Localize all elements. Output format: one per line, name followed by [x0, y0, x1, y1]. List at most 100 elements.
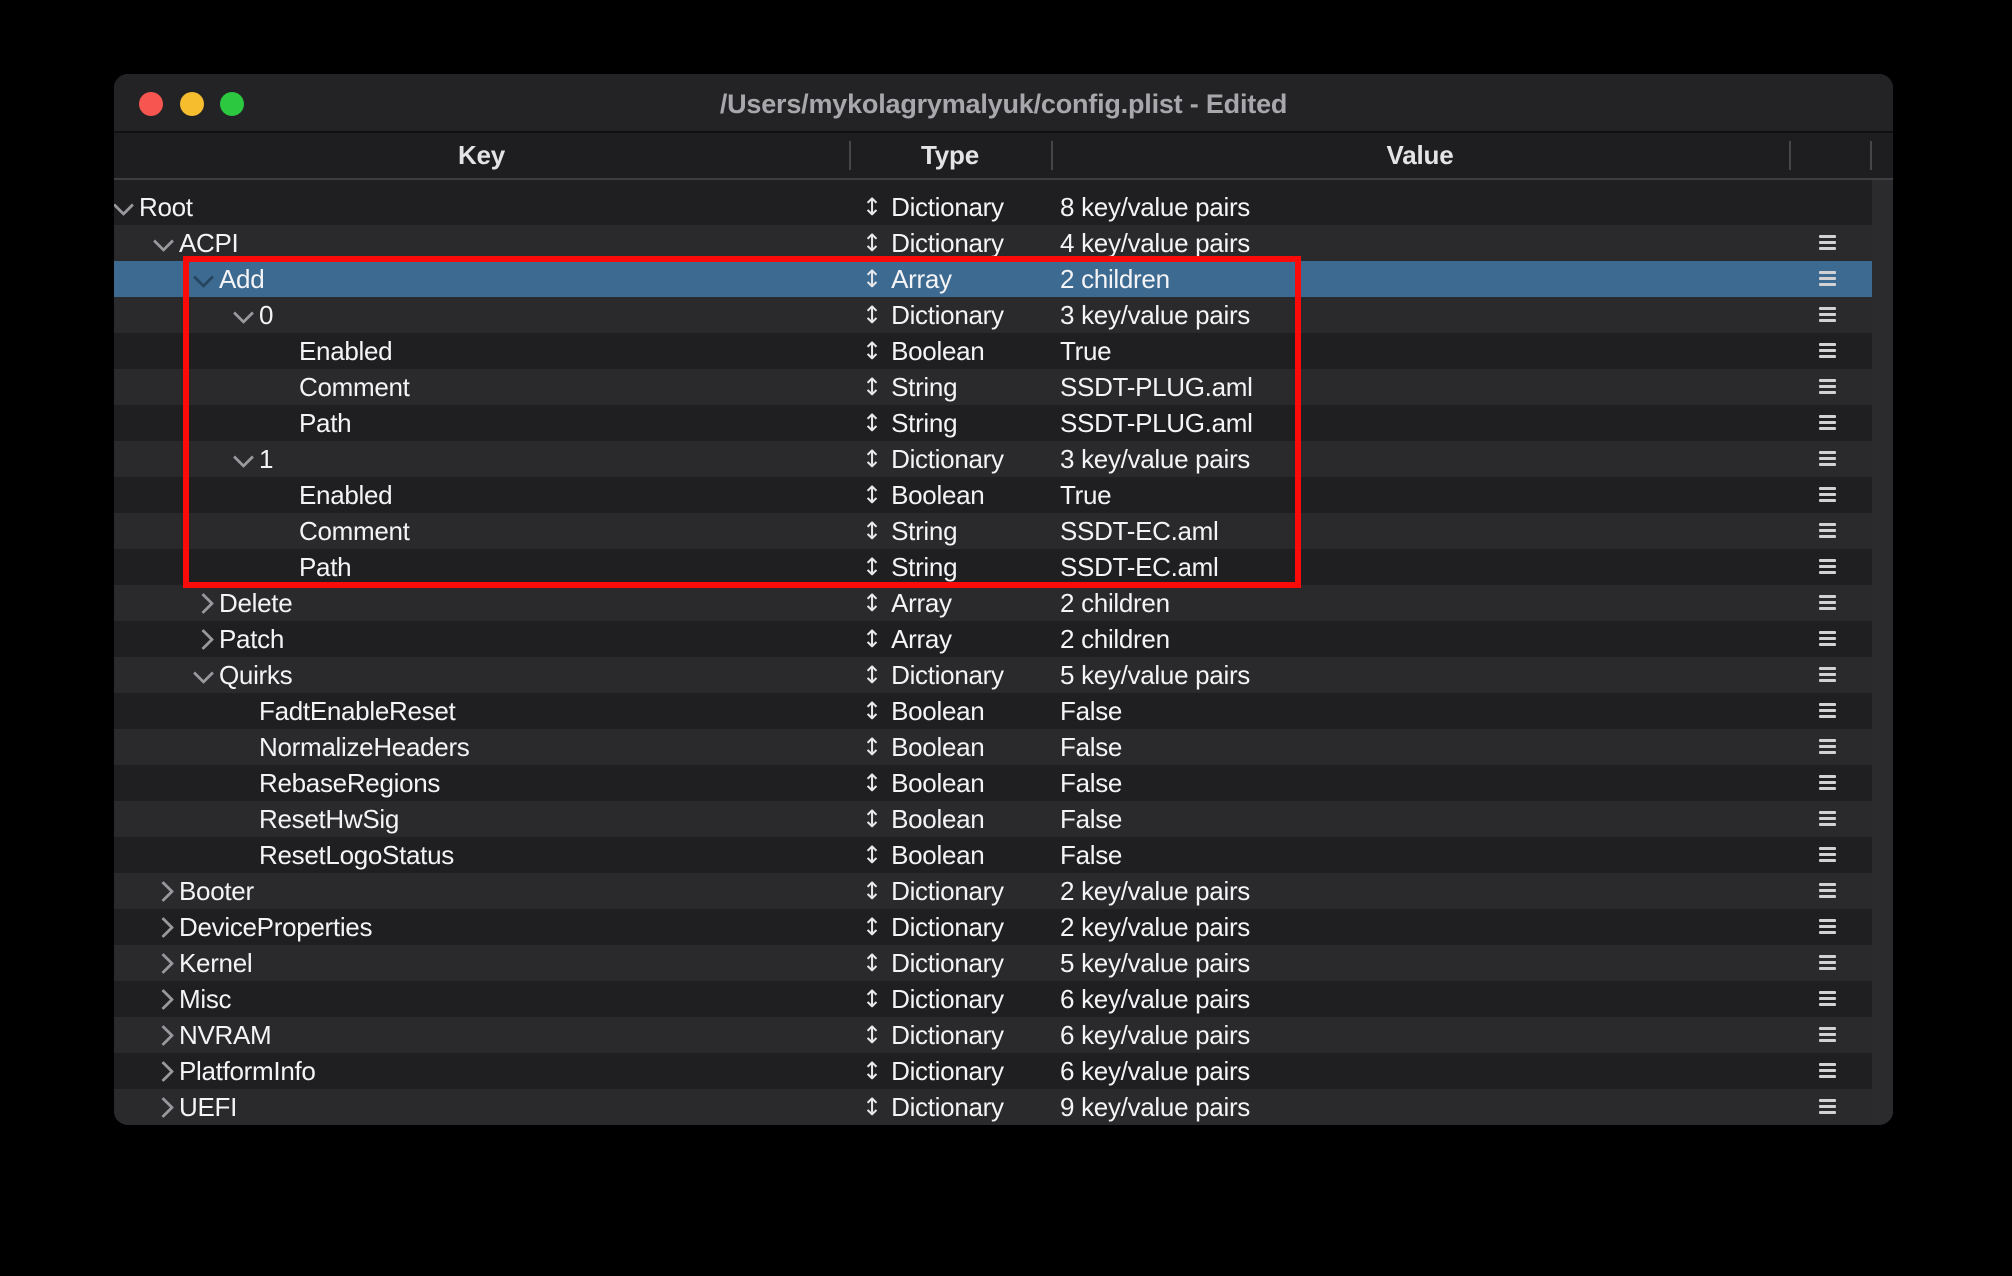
table-row-misc[interactable]: Misc↕Dictionary6 key/value pairs	[114, 981, 1872, 1017]
type-dropdown[interactable]: ↕Dictionary	[862, 657, 1004, 693]
key-cell[interactable]: NormalizeHeaders	[259, 729, 470, 765]
table-row-1[interactable]: 1↕Dictionary3 key/value pairs	[114, 441, 1872, 477]
column-header-value[interactable]: Value	[1051, 133, 1789, 178]
value-cell[interactable]: False	[1060, 801, 1122, 837]
key-cell[interactable]: 0	[259, 297, 273, 333]
disclosure-right-icon[interactable]	[153, 917, 174, 938]
value-cell[interactable]: True	[1060, 477, 1111, 513]
type-dropdown[interactable]: ↕Boolean	[862, 477, 984, 513]
key-cell[interactable]: UEFI	[179, 1089, 237, 1125]
row-menu-icon[interactable]	[1819, 415, 1836, 430]
table-row-enabled[interactable]: Enabled↕BooleanTrue	[114, 333, 1872, 369]
value-cell[interactable]: True	[1060, 333, 1111, 369]
column-divider[interactable]	[1051, 141, 1053, 170]
type-dropdown[interactable]: ↕Dictionary	[862, 909, 1004, 945]
disclosure-down-icon[interactable]	[114, 195, 134, 216]
row-menu-icon[interactable]	[1819, 487, 1836, 502]
value-cell[interactable]: 6 key/value pairs	[1060, 1053, 1250, 1089]
disclosure-down-icon[interactable]	[193, 267, 214, 288]
key-cell[interactable]: Root	[139, 189, 193, 225]
table-row-rebaseregions[interactable]: RebaseRegions↕BooleanFalse	[114, 765, 1872, 801]
type-dropdown[interactable]: ↕String	[862, 549, 957, 585]
row-menu-icon[interactable]	[1819, 775, 1836, 790]
table-row-patch[interactable]: Patch↕Array2 children	[114, 621, 1872, 657]
key-cell[interactable]: RebaseRegions	[259, 765, 440, 801]
disclosure-down-icon[interactable]	[153, 231, 174, 252]
key-cell[interactable]: ResetHwSig	[259, 801, 399, 837]
disclosure-right-icon[interactable]	[193, 593, 214, 614]
column-header-key[interactable]: Key	[114, 133, 849, 178]
type-dropdown[interactable]: ↕Dictionary	[862, 441, 1004, 477]
type-dropdown[interactable]: ↕String	[862, 369, 957, 405]
value-cell[interactable]: SSDT-PLUG.aml	[1060, 405, 1253, 441]
value-cell[interactable]: 3 key/value pairs	[1060, 441, 1250, 477]
row-menu-icon[interactable]	[1819, 307, 1836, 322]
table-row-acpi[interactable]: ACPI↕Dictionary4 key/value pairs	[114, 225, 1872, 261]
disclosure-right-icon[interactable]	[153, 1061, 174, 1082]
row-menu-icon[interactable]	[1819, 919, 1836, 934]
value-cell[interactable]: 5 key/value pairs	[1060, 945, 1250, 981]
key-cell[interactable]: ResetLogoStatus	[259, 837, 454, 873]
value-cell[interactable]: 2 key/value pairs	[1060, 909, 1250, 945]
disclosure-right-icon[interactable]	[153, 1097, 174, 1118]
type-dropdown[interactable]: ↕Dictionary	[862, 1053, 1004, 1089]
table-row-enabled[interactable]: Enabled↕BooleanTrue	[114, 477, 1872, 513]
type-dropdown[interactable]: ↕Dictionary	[862, 873, 1004, 909]
row-menu-icon[interactable]	[1819, 883, 1836, 898]
value-cell[interactable]: False	[1060, 765, 1122, 801]
table-row-comment[interactable]: Comment ↕String SSDT-EC.aml	[114, 513, 1872, 549]
type-dropdown[interactable]: ↕Dictionary	[862, 225, 1004, 261]
value-cell[interactable]: 6 key/value pairs	[1060, 981, 1250, 1017]
key-cell[interactable]: Patch	[219, 621, 284, 657]
value-cell[interactable]: 5 key/value pairs	[1060, 657, 1250, 693]
key-cell[interactable]: Delete	[219, 585, 292, 621]
row-menu-icon[interactable]	[1819, 595, 1836, 610]
type-dropdown[interactable]: ↕String	[862, 513, 957, 549]
row-menu-icon[interactable]	[1819, 379, 1836, 394]
disclosure-down-icon[interactable]	[233, 447, 254, 468]
table-row-add[interactable]: Add ↕Array 2 children	[114, 261, 1872, 297]
value-cell[interactable]: False	[1060, 837, 1122, 873]
column-divider[interactable]	[849, 141, 851, 170]
row-menu-icon[interactable]	[1819, 1099, 1836, 1114]
row-menu-icon[interactable]	[1819, 1027, 1836, 1042]
type-dropdown[interactable]: ↕String	[862, 405, 957, 441]
disclosure-down-icon[interactable]	[233, 303, 254, 324]
row-menu-icon[interactable]	[1819, 451, 1836, 466]
type-dropdown[interactable]: ↕Dictionary	[862, 945, 1004, 981]
type-dropdown[interactable]: ↕Boolean	[862, 837, 984, 873]
table-row-normalizeheaders[interactable]: NormalizeHeaders↕BooleanFalse	[114, 729, 1872, 765]
disclosure-right-icon[interactable]	[153, 1025, 174, 1046]
table-row-path[interactable]: Path↕StringSSDT-PLUG.aml	[114, 405, 1872, 441]
table-row-delete[interactable]: Delete↕Array2 children	[114, 585, 1872, 621]
key-cell[interactable]: DeviceProperties	[179, 909, 372, 945]
key-cell[interactable]: Path	[299, 549, 351, 585]
row-menu-icon[interactable]	[1819, 343, 1836, 358]
value-cell[interactable]: 2 children	[1060, 585, 1170, 621]
row-menu-icon[interactable]	[1819, 1063, 1836, 1078]
table-row-kernel[interactable]: Kernel↕Dictionary5 key/value pairs	[114, 945, 1872, 981]
type-dropdown[interactable]: ↕Dictionary	[862, 189, 1004, 225]
disclosure-down-icon[interactable]	[193, 663, 214, 684]
row-menu-icon[interactable]	[1819, 667, 1836, 682]
value-cell[interactable]: 2 children	[1060, 261, 1170, 297]
row-menu-icon[interactable]	[1819, 811, 1836, 826]
table-row-root[interactable]: Root ↕Dictionary 8 key/value pairs	[114, 189, 1872, 225]
table-row-uefi[interactable]: UEFI↕Dictionary9 key/value pairs	[114, 1089, 1872, 1125]
value-cell[interactable]: 2 key/value pairs	[1060, 873, 1250, 909]
key-cell[interactable]: NVRAM	[179, 1017, 271, 1053]
disclosure-right-icon[interactable]	[153, 989, 174, 1010]
type-dropdown[interactable]: ↕Boolean	[862, 333, 984, 369]
value-cell[interactable]: SSDT-EC.aml	[1060, 513, 1219, 549]
disclosure-right-icon[interactable]	[193, 629, 214, 650]
value-cell[interactable]: 2 children	[1060, 621, 1170, 657]
type-dropdown[interactable]: ↕Array	[862, 261, 952, 297]
key-cell[interactable]: Comment	[299, 513, 410, 549]
table-row-0[interactable]: 0↕Dictionary3 key/value pairs	[114, 297, 1872, 333]
value-cell[interactable]: False	[1060, 693, 1122, 729]
type-dropdown[interactable]: ↕Dictionary	[862, 1017, 1004, 1053]
key-cell[interactable]: Add	[219, 261, 264, 297]
value-cell[interactable]: 8 key/value pairs	[1060, 189, 1250, 225]
key-cell[interactable]: Quirks	[219, 657, 292, 693]
row-menu-icon[interactable]	[1819, 991, 1836, 1006]
